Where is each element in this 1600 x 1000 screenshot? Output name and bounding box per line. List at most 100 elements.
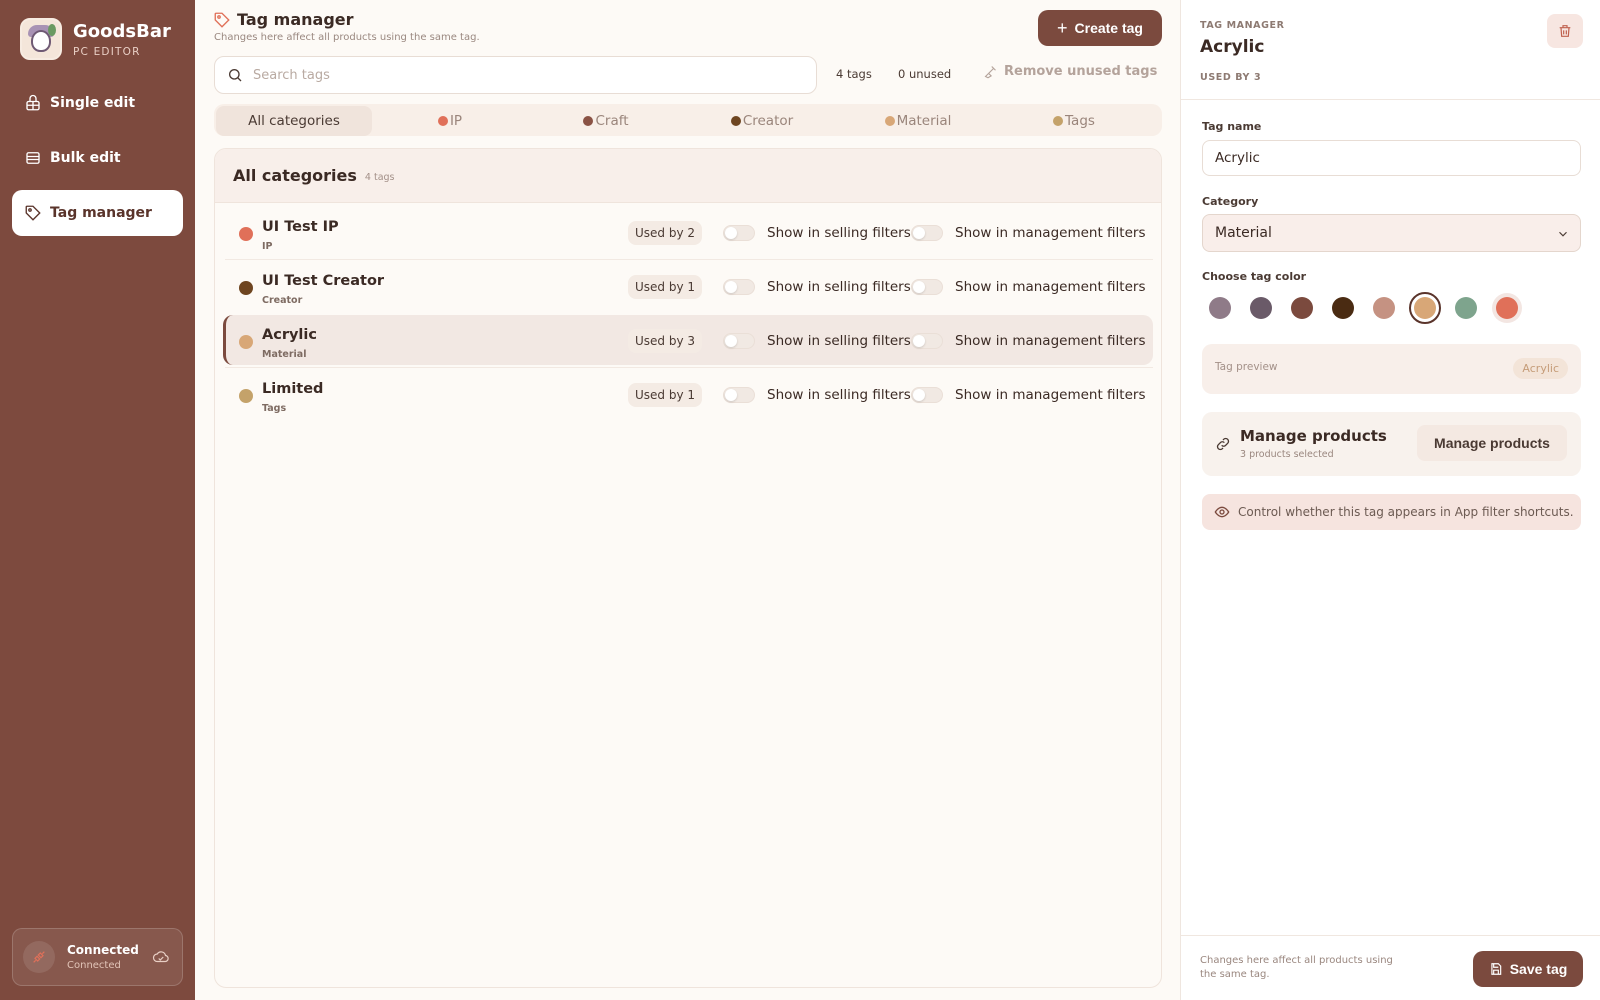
tag-name-input[interactable]: Acrylic xyxy=(1202,140,1581,176)
manage-products-button[interactable]: Manage products xyxy=(1417,425,1567,461)
selling-filter-toggle[interactable] xyxy=(723,387,755,403)
management-filter-toggle[interactable] xyxy=(911,279,943,295)
package-icon xyxy=(26,94,40,111)
tag-count: 4 tags xyxy=(836,67,872,81)
tag-color-label: Choose tag color xyxy=(1202,270,1307,283)
selling-filter-label: Show in selling filters xyxy=(767,225,911,241)
tab-ip[interactable]: IP xyxy=(372,106,528,136)
selling-filter-toggle[interactable] xyxy=(723,225,755,241)
detail-usage: USED BY 3 xyxy=(1200,72,1262,83)
tag-preview-label: Tag preview xyxy=(1215,361,1278,373)
table-row[interactable]: UI Test Creator Creator Used by 1 Show i… xyxy=(223,261,1153,311)
main-area: Tag manager Changes here affect all prod… xyxy=(195,0,1180,1000)
app-subtitle: PC EDITOR xyxy=(73,45,141,58)
selling-filter-toggle[interactable] xyxy=(723,333,755,349)
sidebar-item-tag-manager[interactable]: Tag manager xyxy=(12,190,183,236)
color-swatch-1[interactable] xyxy=(1209,297,1231,319)
broom-icon xyxy=(984,66,996,79)
tag-name: UI Test Creator xyxy=(262,273,385,289)
management-filter-label: Show in management filters xyxy=(955,279,1146,295)
tab-tags[interactable]: Tags xyxy=(996,106,1152,136)
tag-icon xyxy=(25,205,41,221)
category-dot xyxy=(437,116,448,126)
category-dot xyxy=(583,116,594,126)
row-divider xyxy=(225,367,1153,368)
search-input[interactable] xyxy=(253,67,793,83)
management-filter-label: Show in management filters xyxy=(955,333,1146,349)
tag-name-label: Tag name xyxy=(1202,120,1262,133)
tag-color-dot xyxy=(239,281,253,295)
color-swatch-4[interactable] xyxy=(1332,297,1354,319)
tag-icon xyxy=(214,12,230,28)
color-swatch-selected[interactable] xyxy=(1409,292,1441,324)
selling-filter-toggle[interactable] xyxy=(723,279,755,295)
delete-tag-button[interactable] xyxy=(1547,14,1583,48)
layers-icon xyxy=(26,152,40,164)
selling-filter-label: Show in selling filters xyxy=(767,333,911,349)
save-icon xyxy=(1491,963,1501,975)
tag-name: UI Test IP xyxy=(262,219,339,235)
category-dot xyxy=(1053,116,1064,126)
tag-category: Creator xyxy=(262,295,303,306)
page-title: Tag manager xyxy=(213,10,354,29)
plug-icon xyxy=(23,941,55,973)
search-box[interactable] xyxy=(214,56,817,94)
save-tag-button[interactable]: Save tag xyxy=(1473,951,1583,987)
tab-craft[interactable]: Craft xyxy=(528,106,684,136)
usage-badge: Used by 1 xyxy=(628,383,702,407)
sidebar: GoodsBar PC EDITOR Single edit Bulk edit… xyxy=(0,0,195,1000)
color-swatch-2[interactable] xyxy=(1250,297,1272,319)
color-swatch-7[interactable] xyxy=(1455,297,1477,319)
color-swatch-5[interactable] xyxy=(1373,297,1395,319)
detail-eyebrow: TAG MANAGER xyxy=(1200,20,1285,31)
tab-material[interactable]: Material xyxy=(840,106,996,136)
connection-status[interactable]: Connected Connected xyxy=(12,928,183,986)
color-swatch-3[interactable] xyxy=(1291,297,1313,319)
sidebar-nav: Single edit Bulk edit Tag manager xyxy=(12,80,183,245)
divider xyxy=(1181,935,1600,936)
manage-products-subtitle: 3 products selected xyxy=(1240,449,1334,460)
category-tabs: All categories IP Craft Creator Material… xyxy=(214,104,1162,136)
remove-unused-tags-button[interactable]: Remove unused tags xyxy=(983,64,1157,79)
usage-badge: Used by 1 xyxy=(628,275,702,299)
manage-products-card: Manage products 3 products selected Mana… xyxy=(1202,412,1581,476)
color-swatch-8[interactable] xyxy=(1496,297,1518,319)
connection-title: Connected xyxy=(67,943,139,957)
usage-badge: Used by 2 xyxy=(628,221,702,245)
tag-category: Tags xyxy=(262,403,287,414)
management-filter-toggle[interactable] xyxy=(911,225,943,241)
sidebar-item-single-edit[interactable]: Single edit xyxy=(12,80,183,126)
sidebar-item-bulk-edit[interactable]: Bulk edit xyxy=(12,135,183,181)
connection-status-text: Connected xyxy=(67,960,121,971)
table-row[interactable]: Limited Tags Used by 1 Show in selling f… xyxy=(223,369,1153,419)
selling-filter-label: Show in selling filters xyxy=(767,387,911,403)
category-dot xyxy=(730,116,741,126)
table-row[interactable]: UI Test IP IP Used by 2 Show in selling … xyxy=(223,207,1153,257)
link-icon xyxy=(1216,437,1230,451)
unused-count: 0 unused xyxy=(898,67,952,81)
selling-filter-label: Show in selling filters xyxy=(767,279,911,295)
category-label: Category xyxy=(1202,195,1259,208)
manage-products-title: Manage products xyxy=(1240,427,1387,445)
sidebar-item-label: Single edit xyxy=(50,95,136,111)
tag-name: Acrylic xyxy=(262,327,317,343)
chevron-down-icon xyxy=(1559,231,1567,237)
eye-icon xyxy=(1214,506,1230,518)
tab-all-categories[interactable]: All categories xyxy=(216,106,372,136)
filter-shortcut-info: Control whether this tag appears in App … xyxy=(1202,494,1581,530)
category-dot xyxy=(884,116,895,126)
plus-icon: + xyxy=(1057,17,1068,38)
detail-title: Acrylic xyxy=(1200,37,1265,57)
trash-icon xyxy=(1559,25,1571,37)
management-filter-toggle[interactable] xyxy=(911,333,943,349)
management-filter-toggle[interactable] xyxy=(911,387,943,403)
tab-creator[interactable]: Creator xyxy=(684,106,840,136)
tag-category: IP xyxy=(262,241,273,252)
table-row-selected[interactable]: Acrylic Material Used by 3 Show in selli… xyxy=(223,315,1153,365)
brand: GoodsBar PC EDITOR xyxy=(20,18,171,60)
category-select[interactable]: Material xyxy=(1202,214,1581,252)
tag-color-dot xyxy=(239,227,253,241)
create-tag-button[interactable]: + Create tag xyxy=(1038,10,1162,46)
tag-detail-panel: TAG MANAGER Acrylic USED BY 3 Tag name A… xyxy=(1180,0,1600,1000)
cloud-sync-icon xyxy=(152,951,169,963)
